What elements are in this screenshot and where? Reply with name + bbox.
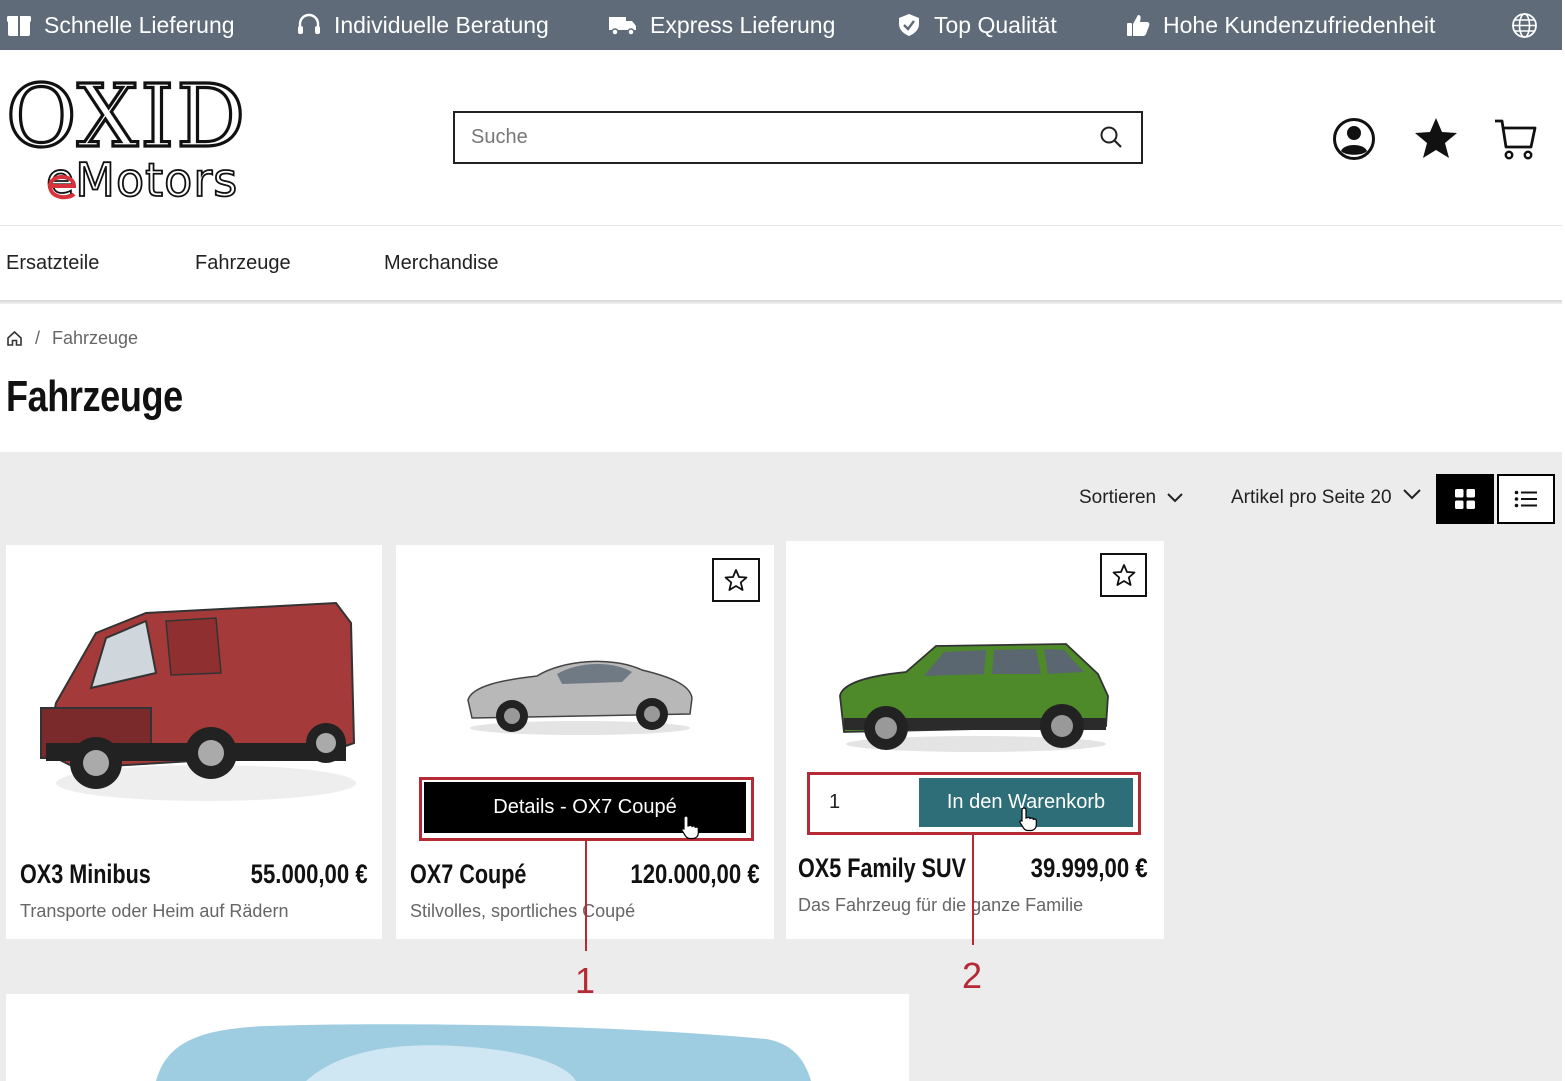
list-view-button[interactable] <box>1497 474 1555 524</box>
breadcrumb: / Fahrzeuge <box>6 326 138 350</box>
callout-number-2: 2 <box>962 955 983 996</box>
breadcrumb-current: Fahrzeuge <box>52 327 139 348</box>
topbar-item-zufriedenheit: Hohe Kundenzufriedenheit <box>1125 0 1435 50</box>
chevron-down-icon <box>1167 493 1183 503</box>
search-icon[interactable] <box>1099 125 1123 149</box>
product-description: Stilvolles, sportliches Coupé <box>410 901 636 921</box>
thumbs-up-icon <box>1127 15 1150 36</box>
headset-icon <box>298 13 320 34</box>
gift-box-icon <box>7 16 31 36</box>
product-price: 120.000,00 € <box>630 859 760 889</box>
home-icon[interactable] <box>6 330 23 347</box>
product-image-partial[interactable] <box>6 994 909 1081</box>
per-page-dropdown[interactable]: Artikel pro Seite 20 <box>1231 487 1422 509</box>
account-icon[interactable] <box>1332 117 1376 161</box>
delivery-truck-icon <box>609 17 636 36</box>
product-name[interactable]: OX5 Family SUV <box>798 853 966 884</box>
topbar-item-qualitaet: Top Qualität <box>896 0 1057 50</box>
callout-box-1 <box>419 777 754 841</box>
header-divider <box>0 225 1562 226</box>
product-image-coupe[interactable] <box>462 650 698 740</box>
topbar-label: Hohe Kundenzufriedenheit <box>1163 11 1436 38</box>
language-selector[interactable] <box>1511 0 1550 50</box>
topbar-label: Express Lieferung <box>650 11 836 38</box>
star-outline-icon <box>724 569 748 591</box>
callout-line-1 <box>585 841 587 951</box>
grid-icon <box>1455 489 1475 509</box>
nav-item-ersatzteile[interactable]: Ersatzteile <box>6 252 99 275</box>
product-card-partial[interactable] <box>6 994 909 1081</box>
shop-logo[interactable]: OXID eMotors <box>4 65 286 208</box>
topbar-item-express: Express Lieferung <box>608 0 835 50</box>
topbar-item-schnelle-lieferung: Schnelle Lieferung <box>6 0 235 50</box>
logo-line2: eMotors <box>46 153 238 204</box>
globe-icon[interactable] <box>1511 12 1538 39</box>
product-card-ox3-minibus[interactable]: OX3 Minibus 55.000,00 € Transporte oder … <box>6 545 382 939</box>
product-name[interactable]: OX7 Coupé <box>410 859 526 890</box>
wishlist-button[interactable] <box>712 558 760 602</box>
callout-number-1: 1 <box>575 960 596 1001</box>
product-description: Transporte oder Heim auf Rädern <box>20 901 289 921</box>
breadcrumb-separator: / <box>35 327 41 348</box>
nav-shadow <box>0 300 1562 304</box>
product-image-suv[interactable] <box>836 636 1114 756</box>
chevron-down-icon <box>1402 489 1421 500</box>
hand-cursor-icon <box>681 815 699 840</box>
topbar-label: Individuelle Beratung <box>334 11 549 38</box>
nav-item-fahrzeuge[interactable]: Fahrzeuge <box>195 252 291 275</box>
product-price: 39.999,00 € <box>1031 853 1148 883</box>
product-name[interactable]: OX3 Minibus <box>20 859 151 890</box>
list-icon <box>1514 490 1537 508</box>
grid-view-button[interactable] <box>1436 474 1494 524</box>
sort-dropdown[interactable]: Sortieren <box>1079 487 1184 509</box>
product-image-minibus[interactable] <box>36 593 356 813</box>
callout-line-2 <box>972 835 974 945</box>
search-box[interactable] <box>453 111 1143 164</box>
star-outline-icon <box>1112 564 1135 586</box>
cart-icon[interactable] <box>1493 117 1537 161</box>
page-title: Fahrzeuge <box>6 372 183 421</box>
logo-graphic: OXID eMotors <box>4 65 246 208</box>
callout-box-2 <box>807 772 1141 835</box>
top-info-bar: Schnelle Lieferung Individuelle Beratung… <box>0 0 1562 50</box>
wishlist-star-icon[interactable] <box>1413 116 1459 160</box>
per-page-label: Artikel pro Seite 20 <box>1231 487 1392 508</box>
product-description: Das Fahrzeug für die ganze Familie <box>798 895 1084 915</box>
wishlist-button[interactable] <box>1100 553 1147 597</box>
topbar-item-beratung: Individuelle Beratung <box>296 0 549 50</box>
search-input[interactable] <box>455 113 1075 162</box>
topbar-label: Schnelle Lieferung <box>44 11 235 38</box>
product-card-ox5-family-suv[interactable]: OX5 Family SUV 39.999,00 € Das Fahrzeug … <box>786 541 1164 939</box>
shield-check-icon <box>899 14 919 36</box>
hand-cursor-icon <box>1019 807 1037 832</box>
nav-item-merchandise[interactable]: Merchandise <box>384 252 499 275</box>
product-price: 55.000,00 € <box>251 859 368 889</box>
sort-label: Sortieren <box>1079 487 1157 508</box>
topbar-label: Top Qualität <box>934 11 1057 38</box>
